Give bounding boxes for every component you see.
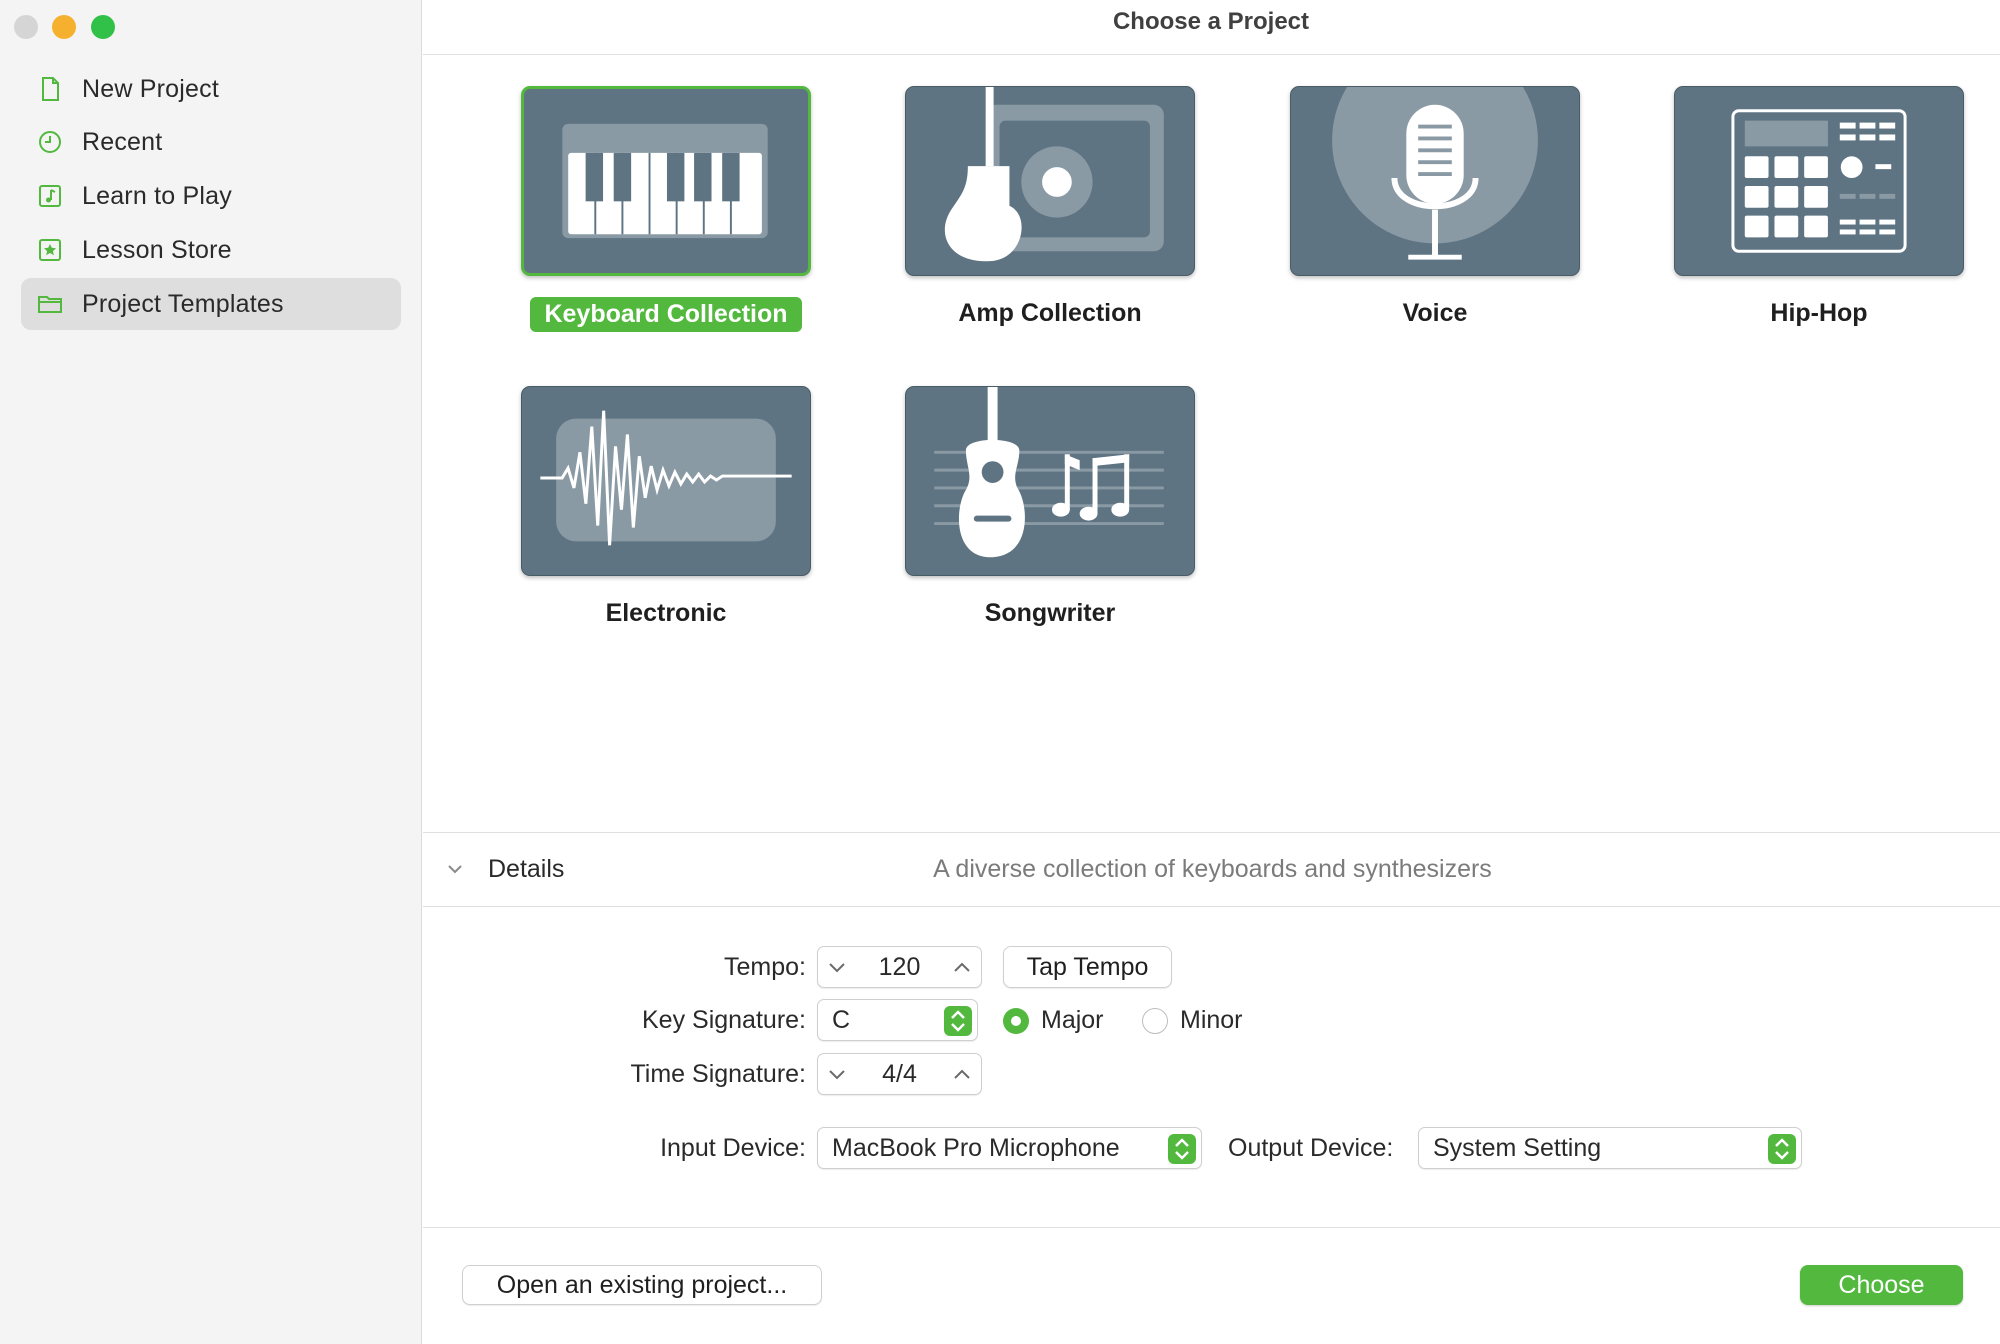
sidebar-item-label: Project Templates — [82, 289, 284, 318]
acoustic-guitar-icon — [934, 387, 1164, 558]
template-songwriter[interactable] — [905, 386, 1195, 576]
key-signature-label: Key Signature: — [642, 1006, 806, 1034]
waveform-icon — [540, 410, 792, 546]
sidebar: New Project Recent Learn to Play Lesson … — [0, 0, 422, 1344]
minor-radio[interactable]: Minor — [1142, 1006, 1243, 1035]
details-toggle[interactable]: Details — [488, 855, 564, 884]
time-signature-stepper[interactable]: 4/4 — [817, 1053, 982, 1095]
input-device-select[interactable]: MacBook Pro Microphone — [817, 1127, 1202, 1169]
popup-arrows-icon — [1768, 1134, 1796, 1164]
chevron-down-icon[interactable] — [828, 1068, 846, 1080]
output-device-value: System Setting — [1433, 1133, 1602, 1162]
time-signature-value[interactable]: 4/4 — [882, 1060, 917, 1089]
sidebar-item-recent[interactable]: Recent — [21, 116, 401, 168]
output-device-select[interactable]: System Setting — [1418, 1127, 1802, 1169]
output-device-label: Output Device: — [1228, 1134, 1394, 1162]
tempo-label: Tempo: — [724, 953, 806, 981]
template-hip-hop[interactable] — [1674, 86, 1964, 276]
open-existing-project-button[interactable]: Open an existing project... — [462, 1265, 822, 1305]
key-signature-value: C — [832, 1005, 851, 1034]
chevron-up-icon[interactable] — [953, 961, 971, 973]
chevron-up-icon[interactable] — [953, 1068, 971, 1080]
time-signature-label: Time Signature: — [630, 1060, 806, 1088]
sidebar-item-project-templates[interactable]: Project Templates — [21, 278, 401, 330]
popup-arrows-icon — [944, 1006, 972, 1036]
guitar-amp-icon — [944, 87, 1164, 262]
divider — [423, 906, 2000, 907]
close-window-button[interactable] — [14, 15, 38, 39]
major-label: Major — [1041, 1006, 1104, 1034]
template-label-hip-hop: Hip-Hop — [1770, 299, 1868, 327]
microphone-icon — [1332, 87, 1538, 260]
minor-label: Minor — [1180, 1006, 1243, 1034]
zoom-window-button[interactable] — [91, 15, 115, 39]
major-radio[interactable]: Major — [1003, 1006, 1104, 1035]
divider — [423, 1227, 2000, 1228]
chevron-down-icon[interactable] — [828, 961, 846, 973]
popup-arrows-icon — [1168, 1134, 1196, 1164]
tempo-value[interactable]: 120 — [879, 953, 921, 982]
template-voice[interactable] — [1290, 86, 1580, 276]
sidebar-item-lesson-store[interactable]: Lesson Store — [21, 224, 401, 276]
minimize-window-button[interactable] — [52, 15, 76, 39]
template-label-songwriter: Songwriter — [984, 599, 1116, 627]
template-description: A diverse collection of keyboards and sy… — [933, 855, 1492, 883]
choose-button[interactable]: Choose — [1800, 1265, 1963, 1305]
clock-icon — [39, 131, 61, 153]
piano-keyboard-icon — [562, 123, 768, 239]
key-signature-select[interactable]: C — [817, 999, 978, 1041]
sidebar-item-label: Lesson Store — [82, 235, 232, 264]
star-icon — [39, 239, 61, 261]
template-amp-collection[interactable] — [905, 86, 1195, 276]
sidebar-item-label: Learn to Play — [82, 181, 232, 210]
template-label-voice: Voice — [1402, 299, 1468, 327]
folder-icon — [38, 296, 62, 313]
music-note-icon — [39, 185, 61, 207]
window-title: Choose a Project — [1112, 8, 1310, 35]
sidebar-item-new-project[interactable]: New Project — [21, 63, 401, 115]
sidebar-item-learn-to-play[interactable]: Learn to Play — [21, 170, 401, 222]
template-electronic[interactable] — [521, 386, 811, 576]
divider — [423, 54, 2000, 55]
tempo-stepper[interactable]: 120 — [817, 946, 982, 988]
template-keyboard-collection[interactable] — [521, 86, 811, 276]
sidebar-item-label: New Project — [82, 74, 219, 103]
template-label-keyboard-collection: Keyboard Collection — [521, 297, 811, 332]
template-label-electronic: Electronic — [605, 599, 727, 627]
radio-selected-icon — [1003, 1007, 1029, 1034]
document-icon — [42, 77, 59, 101]
drum-machine-icon — [1731, 109, 1907, 253]
radio-unselected-icon — [1142, 1007, 1168, 1034]
tap-tempo-button[interactable]: Tap Tempo — [1003, 946, 1172, 988]
input-device-label: Input Device: — [660, 1134, 806, 1162]
chevron-down-icon[interactable] — [447, 863, 463, 875]
sidebar-item-label: Recent — [82, 127, 163, 156]
divider — [423, 832, 2000, 833]
input-device-value: MacBook Pro Microphone — [832, 1133, 1120, 1162]
template-label-amp-collection: Amp Collection — [958, 299, 1142, 327]
